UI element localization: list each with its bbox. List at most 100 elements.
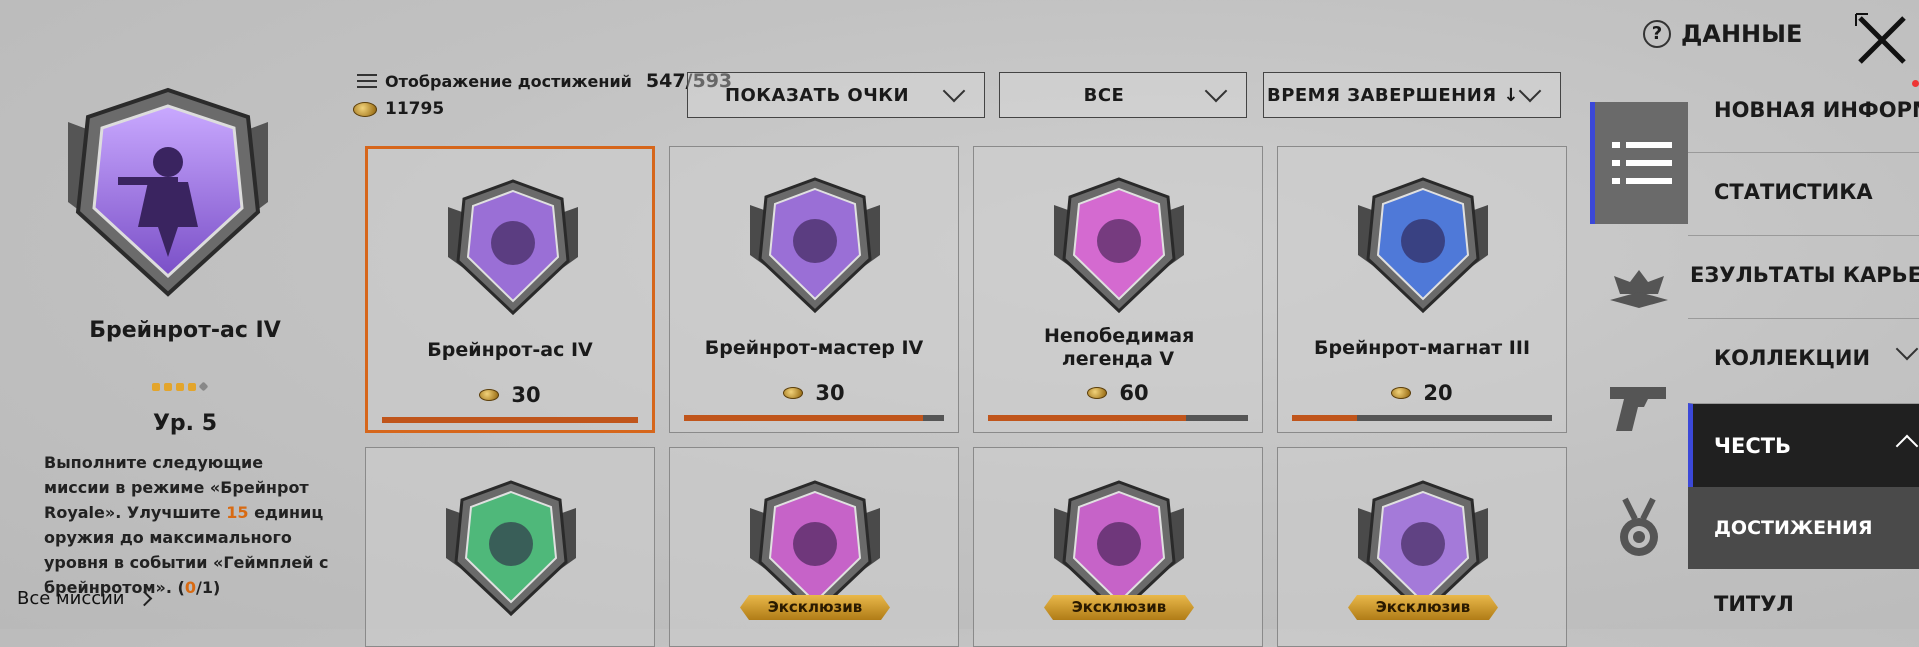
chevron-right-icon bbox=[136, 590, 152, 607]
list-icon bbox=[357, 74, 377, 88]
coin-icon bbox=[1391, 387, 1412, 399]
description-text: /1) bbox=[195, 578, 221, 597]
progress-bar bbox=[988, 415, 1248, 421]
achievement-card[interactable]: Непобедимая легенда V 60 bbox=[973, 146, 1263, 433]
card-points: 30 bbox=[670, 381, 958, 405]
sort-completion-dropdown[interactable]: ВРЕМЯ ЗАВЕРШЕНИЯ ↓ bbox=[1263, 72, 1561, 118]
progress-fill bbox=[684, 415, 924, 421]
menu-label: ДОСТИЖЕНИЯ bbox=[1714, 517, 1873, 539]
card-points-value: 20 bbox=[1423, 381, 1453, 405]
close-button[interactable] bbox=[1852, 12, 1912, 68]
dropdown-label: ВСЕ bbox=[1083, 84, 1125, 106]
achievement-display-stat: Отображение достижений 547/593 bbox=[357, 70, 732, 92]
menu-item-news[interactable]: НОВНАЯ ИНФОРМАЦИЯ bbox=[1688, 70, 1919, 150]
filter-all-dropdown[interactable]: ВСЕ bbox=[999, 72, 1247, 118]
pistol-icon bbox=[1610, 387, 1666, 431]
card-name: Непобедимая легенда V bbox=[1044, 325, 1195, 370]
menu-item-collections[interactable]: КОЛЛЕКЦИИ bbox=[1688, 318, 1919, 396]
crown-icon bbox=[1610, 270, 1668, 308]
chevron-down-icon bbox=[1204, 79, 1228, 103]
card-name: Брейнрот-магнат III bbox=[1313, 337, 1531, 359]
progress-fill bbox=[1292, 415, 1357, 421]
achievement-badge-icon bbox=[436, 478, 586, 618]
chevron-down-icon bbox=[942, 79, 966, 103]
card-name: Брейнрот-мастер IV bbox=[704, 337, 924, 359]
card-points-value: 30 bbox=[511, 383, 541, 407]
side-icon-tabs bbox=[1590, 100, 1688, 629]
menu-label: ТИТУЛ bbox=[1714, 592, 1794, 616]
menu-label: КОЛЛЕКЦИИ bbox=[1714, 345, 1871, 370]
data-button[interactable]: ? ДАННЫЕ bbox=[1643, 20, 1802, 48]
achievement-card[interactable] bbox=[365, 447, 655, 647]
achievement-badge-icon bbox=[1044, 175, 1194, 315]
menu-label: СТАТИСТИКА bbox=[1714, 179, 1873, 204]
card-points: 60 bbox=[974, 381, 1262, 405]
achievement-badge-icon bbox=[740, 175, 890, 315]
chevron-down-icon bbox=[1895, 337, 1919, 361]
points-stat: 11795 bbox=[353, 99, 444, 119]
achievement-card[interactable]: Брейнрот-ас IV 30 bbox=[365, 146, 655, 433]
dropdown-label: ПОКАЗАТЬ ОЧКИ bbox=[724, 84, 910, 106]
notification-dot bbox=[1912, 80, 1919, 87]
tab-rank[interactable] bbox=[1590, 240, 1688, 340]
star-icon bbox=[188, 383, 196, 391]
achievement-badge-icon bbox=[438, 177, 588, 317]
menu-label: ЧЕСТЬ bbox=[1714, 433, 1792, 458]
star-icon bbox=[176, 383, 184, 391]
menu-label: ЕЗУЛЬТАТЫ КАРЬЕРЫ bbox=[1690, 262, 1919, 287]
close-icon bbox=[1855, 13, 1906, 64]
achievement-card[interactable]: Эксклюзив bbox=[669, 447, 959, 647]
data-label: ДАННЫЕ bbox=[1681, 20, 1803, 48]
progress-fill bbox=[988, 415, 1186, 421]
menu-label: НОВНАЯ ИНФОРМАЦИЯ bbox=[1714, 98, 1919, 122]
menu-item-achievements[interactable]: ДОСТИЖЕНИЯ bbox=[1688, 487, 1919, 569]
star-empty-icon bbox=[198, 381, 209, 392]
card-name: Брейнрот-ас IV bbox=[427, 339, 593, 361]
coin-icon bbox=[783, 387, 804, 399]
tab-medals[interactable] bbox=[1590, 478, 1688, 578]
star-icon bbox=[152, 383, 160, 391]
display-label: Отображение достижений bbox=[385, 71, 632, 91]
menu-item-career-results[interactable]: ЕЗУЛЬТАТЫ КАРЬЕРЫ bbox=[1688, 235, 1919, 313]
coin-icon bbox=[1087, 387, 1108, 399]
card-points: 30 bbox=[368, 383, 652, 407]
tab-weapons[interactable] bbox=[1590, 358, 1688, 458]
achievement-description: Выполните следующие миссии в режиме «Бре… bbox=[44, 450, 334, 600]
list-icon bbox=[1611, 142, 1672, 184]
exclusive-tag: Эксклюзив bbox=[1348, 595, 1498, 620]
all-missions-label: Все миссии bbox=[17, 588, 125, 609]
progress-bar bbox=[684, 415, 944, 421]
achievement-card[interactable]: Брейнрот-магнат III 20 bbox=[1277, 146, 1567, 433]
menu-item-statistics[interactable]: СТАТИСТИКА bbox=[1688, 152, 1919, 230]
show-points-dropdown[interactable]: ПОКАЗАТЬ ОЧКИ bbox=[687, 72, 985, 118]
coin-icon bbox=[479, 389, 500, 401]
all-missions-link[interactable]: Все миссии bbox=[17, 588, 152, 609]
achievement-badge-icon bbox=[1348, 175, 1498, 315]
progress-fill bbox=[382, 417, 638, 423]
achievement-card[interactable]: Брейнрот-мастер IV 30 bbox=[669, 146, 959, 433]
chevron-up-icon bbox=[1895, 434, 1919, 458]
achievement-card[interactable]: Эксклюзив bbox=[1277, 447, 1567, 647]
exclusive-tag: Эксклюзив bbox=[1044, 595, 1194, 620]
menu-item-honor[interactable]: ЧЕСТЬ bbox=[1688, 403, 1919, 487]
right-menu: НОВНАЯ ИНФОРМАЦИЯ СТАТИСТИКА ЕЗУЛЬТАТЫ К… bbox=[1688, 70, 1919, 629]
exclusive-tag: Эксклюзив bbox=[740, 595, 890, 620]
dropdown-label: ВРЕМЯ ЗАВЕРШЕНИЯ ↓ bbox=[1266, 84, 1520, 106]
achievement-badge-icon bbox=[48, 82, 288, 302]
tab-overview[interactable] bbox=[1590, 102, 1688, 224]
achievement-stars bbox=[152, 381, 209, 392]
achievement-title: Брейнрот-ас IV bbox=[89, 318, 281, 343]
card-points: 20 bbox=[1278, 381, 1566, 405]
achievement-level: Ур. 5 bbox=[152, 411, 218, 436]
card-points-value: 60 bbox=[1119, 381, 1149, 405]
progress-bar bbox=[382, 417, 638, 423]
achievement-detail-panel: Брейнрот-ас IV Ур. 5 Выполните следующие… bbox=[0, 0, 350, 629]
coin-icon bbox=[353, 101, 377, 117]
description-progress: 0 bbox=[184, 578, 196, 597]
menu-item-title[interactable]: ТИТУЛ bbox=[1688, 574, 1919, 634]
description-highlight: 15 bbox=[226, 503, 249, 522]
star-icon bbox=[164, 383, 172, 391]
points-value: 11795 bbox=[385, 99, 445, 119]
progress-bar bbox=[1292, 415, 1552, 421]
achievement-card[interactable]: Эксклюзив bbox=[973, 447, 1263, 647]
